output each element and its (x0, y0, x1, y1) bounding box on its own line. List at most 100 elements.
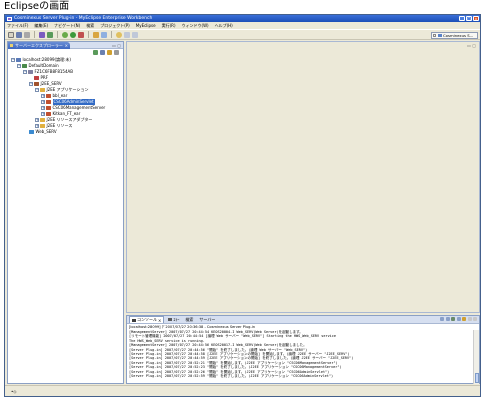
window-title: Cosminexus Server Plug-in - MyEclipse En… (14, 16, 153, 21)
menu-window[interactable]: ウィンドウ(W) (182, 23, 209, 29)
ear-icon (46, 106, 51, 110)
toolbar-separator (88, 31, 89, 38)
scrollbar-thumb[interactable] (475, 373, 479, 383)
tab-search[interactable]: 検索 (183, 317, 195, 323)
tab-servers[interactable]: サーバー (197, 317, 217, 323)
save-icon[interactable] (16, 31, 22, 38)
host-icon (28, 70, 33, 74)
tab-search-label: 検索 (185, 316, 194, 322)
console-scrollbar[interactable] (473, 330, 479, 384)
view-menu-icon[interactable] (114, 50, 119, 55)
perspective-switcher[interactable]: Cosminexus S... (431, 32, 478, 39)
menu-bar: ファイル(F) 編集(E) ナビゲート(N) 検索 プロジェクト(P) MyEc… (5, 22, 480, 29)
tab-servers-label: サーバー (199, 316, 216, 322)
explorer-tab-row: サーバーエクスプローラー × ▭ ▢ (8, 42, 123, 49)
editor-area: ▭ ▢ (126, 41, 480, 313)
folder-icon (40, 118, 45, 122)
eclipse-window: Cosminexus Server Plug-in - MyEclipse En… (4, 14, 481, 397)
refresh-icon[interactable] (93, 50, 98, 55)
menu-myeclipse[interactable]: MyEclipse (136, 23, 156, 28)
display-console-icon[interactable] (456, 317, 461, 321)
tab-server-explorer[interactable]: サーバーエクスプローラー × (8, 42, 70, 49)
view-minmax-controls[interactable]: ▭ ▢ (112, 42, 121, 49)
tree-node-web-serv[interactable]: Web_SERV (29, 129, 57, 135)
expand-toggle[interactable]: + (35, 124, 39, 128)
close-icon[interactable]: × (158, 318, 161, 323)
expand-toggle[interactable]: + (41, 112, 45, 116)
new-icon[interactable] (8, 31, 14, 38)
console-output[interactable]: [ManagementServer] 2007/07/27 20:44:54 K… (129, 330, 471, 383)
console-tab-row: コンソール × ｴﾗｰ 検索 サーバー (127, 316, 479, 324)
collapse-toggle[interactable]: − (11, 58, 15, 62)
close-button[interactable]: × (473, 16, 479, 21)
ear-icon (46, 100, 51, 104)
back-icon[interactable] (124, 31, 130, 38)
deploy-icon[interactable] (47, 31, 53, 38)
page-caption: Eclipseの画面 (4, 1, 70, 12)
new-class-icon[interactable] (93, 31, 99, 38)
expand-toggle[interactable]: + (41, 94, 45, 98)
menu-edit[interactable]: 編集(E) (34, 23, 48, 29)
start-icon[interactable] (107, 50, 112, 55)
pin-console-icon[interactable] (451, 317, 455, 321)
open-console-icon[interactable] (462, 317, 466, 321)
expand-toggle[interactable]: + (41, 106, 45, 110)
tab-errors[interactable]: ｴﾗｰ (166, 317, 181, 323)
app-icon (7, 16, 12, 21)
expand-toggle[interactable]: + (35, 118, 39, 122)
perspective-label: Cosminexus S... (443, 33, 474, 38)
open-type-icon[interactable] (101, 31, 107, 38)
prf-icon (34, 76, 39, 80)
minimize-button[interactable]: _ (459, 16, 465, 21)
external-tools-icon[interactable] (78, 31, 84, 38)
print-icon[interactable] (24, 31, 30, 38)
menu-project[interactable]: プロジェクト(P) (100, 23, 130, 29)
perspective-icon (438, 34, 442, 37)
debug-icon[interactable] (62, 31, 68, 38)
console-icon (132, 318, 136, 322)
window-controls: _ □ × (459, 16, 479, 21)
close-icon[interactable]: × (65, 42, 68, 49)
toolbar-separator (57, 31, 58, 38)
clear-console-icon[interactable] (440, 317, 444, 321)
main-toolbar: Cosminexus S... (5, 29, 480, 40)
tab-errors-label: ｴﾗｰ (173, 316, 180, 322)
maximize-icon[interactable] (473, 317, 477, 321)
console-view: コンソール × ｴﾗｰ 検索 サーバー [localhost:28099] ｸﾞ… (126, 315, 480, 384)
minimize-icon[interactable] (467, 317, 472, 321)
status-bar: •◇ (5, 385, 480, 396)
menu-run[interactable]: 実行(R) (162, 23, 176, 29)
open-perspective-icon[interactable] (433, 34, 436, 37)
forward-icon[interactable] (132, 31, 138, 38)
maximize-button[interactable]: □ (466, 16, 472, 21)
console-toolbar (440, 317, 477, 321)
expand-toggle[interactable]: + (41, 100, 45, 104)
console-line: [Server Plug-in] 2007/07/27 20:52:59 "開始… (129, 374, 334, 379)
editor-minmax-controls[interactable]: ▭ ▢ (467, 43, 476, 48)
tab-console[interactable]: コンソール × (129, 316, 165, 323)
collapse-toggle[interactable]: − (29, 82, 33, 86)
computer-icon (16, 58, 21, 62)
title-bar: Cosminexus Server Plug-in - MyEclipse En… (5, 15, 480, 22)
menu-search[interactable]: 検索 (86, 23, 94, 29)
tab-console-label: コンソール (137, 317, 157, 322)
collapse-toggle[interactable]: − (17, 64, 21, 68)
errors-icon (168, 318, 173, 321)
menu-help[interactable]: ヘルプ(H) (215, 23, 233, 29)
folder-icon (40, 88, 45, 92)
toolbar-separator (111, 31, 112, 38)
web-server-icon (29, 130, 34, 134)
j2ee-server-icon (34, 82, 39, 86)
server-icon[interactable] (39, 31, 45, 38)
tree-node-label: Web_SERV (35, 129, 57, 134)
run-icon[interactable] (70, 31, 76, 38)
scroll-lock-icon[interactable] (445, 317, 450, 321)
domain-icon (22, 64, 27, 68)
collapse-toggle[interactable]: − (23, 70, 27, 74)
tab-label: サーバーエクスプローラー (15, 43, 63, 48)
search-icon[interactable] (116, 31, 122, 38)
menu-file[interactable]: ファイル(F) (7, 23, 28, 29)
collapse-all-icon[interactable] (100, 50, 105, 55)
collapse-toggle[interactable]: − (35, 88, 39, 92)
menu-navigate[interactable]: ナビゲート(N) (54, 23, 80, 29)
